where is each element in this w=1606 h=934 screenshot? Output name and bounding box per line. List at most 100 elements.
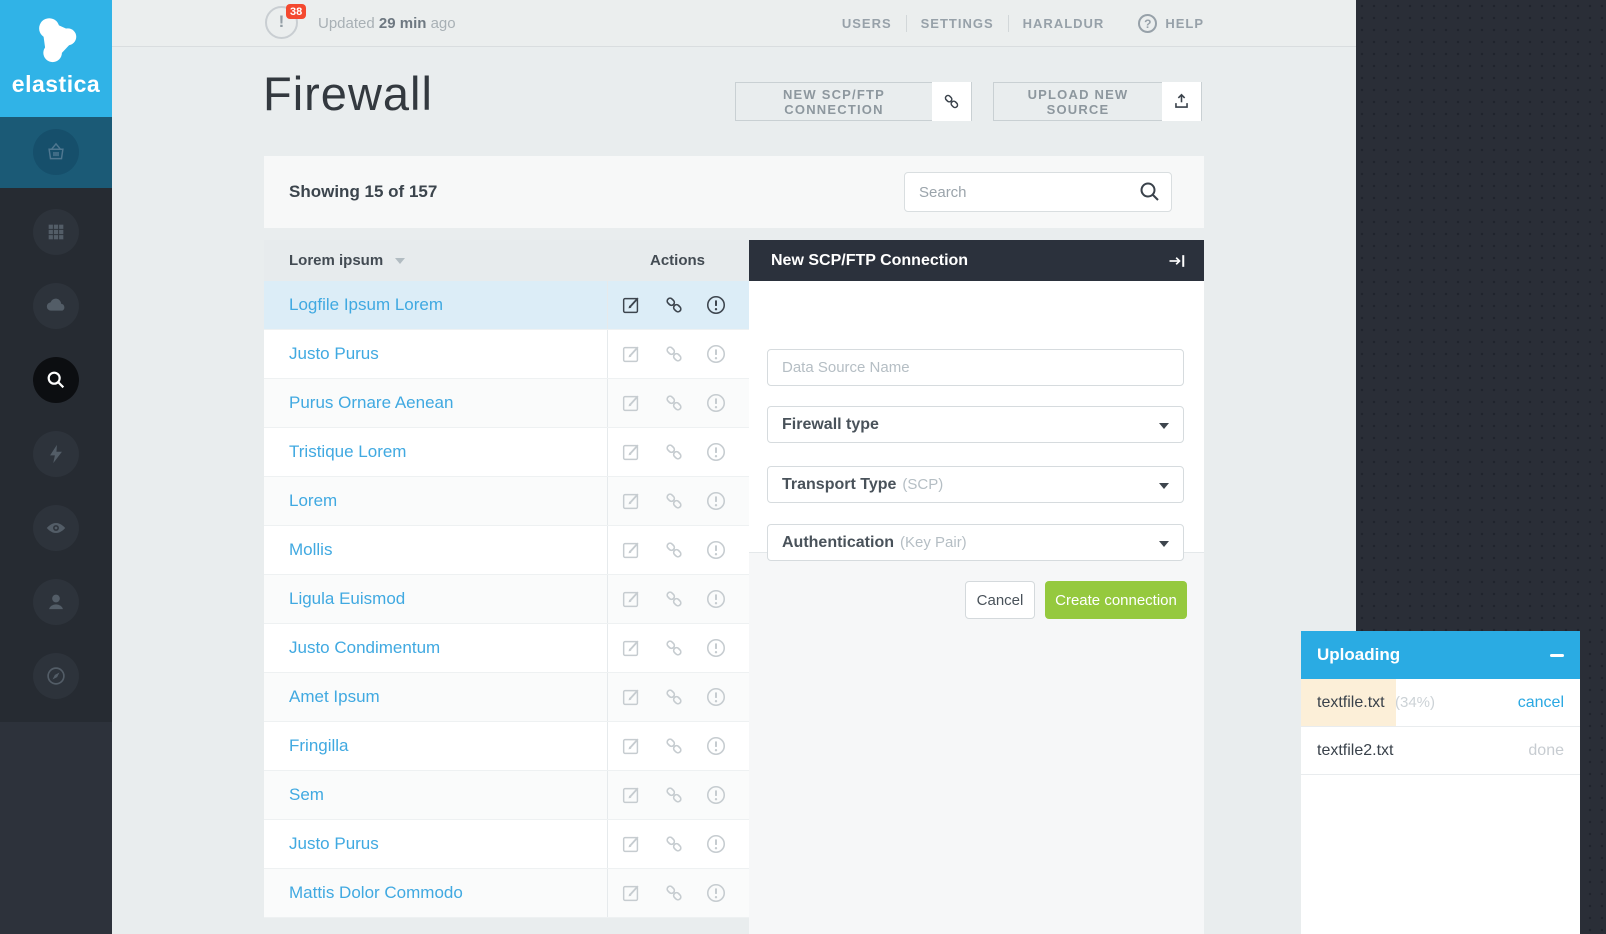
alert-icon[interactable] <box>705 686 727 708</box>
upload-action[interactable]: cancel <box>1518 679 1564 727</box>
alert-icon[interactable] <box>705 294 727 316</box>
compass-icon <box>45 665 67 687</box>
data-source-link[interactable]: Justo Purus <box>264 820 607 868</box>
upload-new-source-button[interactable]: UPLOAD NEW SOURCE <box>993 82 1202 121</box>
transport-type-select[interactable]: Transport Type (SCP) <box>767 466 1184 503</box>
upload-list: textfile.txt (34%) cancel textfile2.txt … <box>1301 679 1580 775</box>
alert-icon[interactable] <box>705 637 727 659</box>
alert-icon[interactable] <box>705 539 727 561</box>
alert-icon[interactable] <box>705 490 727 512</box>
firewall-type-select[interactable]: Firewall type <box>767 406 1184 443</box>
data-source-link[interactable]: Justo Purus <box>264 330 607 378</box>
link-icon[interactable] <box>663 490 685 512</box>
create-connection-button[interactable]: Create connection <box>1045 581 1187 619</box>
link-icon[interactable] <box>663 784 685 806</box>
link-icon[interactable] <box>663 539 685 561</box>
edit-icon[interactable] <box>620 343 642 365</box>
new-scp-ftp-connection-button[interactable]: NEW SCP/FTP CONNECTION <box>735 82 972 121</box>
nav-divider <box>906 15 907 32</box>
edit-icon[interactable] <box>620 882 642 904</box>
link-icon[interactable] <box>663 833 685 855</box>
link-icon[interactable] <box>663 588 685 610</box>
upload-filename: textfile.txt <box>1317 679 1385 727</box>
edit-icon[interactable] <box>620 637 642 659</box>
link-icon[interactable] <box>663 882 685 904</box>
collapse-drawer-icon[interactable] <box>1166 251 1188 271</box>
sidebar-item-cloud[interactable] <box>33 283 79 329</box>
data-source-link[interactable]: Lorem <box>264 477 607 525</box>
alert-icon[interactable] <box>705 882 727 904</box>
help-button[interactable]: HELP <box>1138 14 1204 33</box>
search-input[interactable] <box>904 172 1172 212</box>
nav-users[interactable]: USERS <box>842 16 892 31</box>
edit-icon[interactable] <box>620 735 642 757</box>
data-source-link[interactable]: Fringilla <box>264 722 607 770</box>
data-source-link[interactable]: Justo Condimentum <box>264 624 607 672</box>
uploading-title: Uploading <box>1317 645 1550 665</box>
sort-caret-icon[interactable] <box>395 258 405 264</box>
notification-button[interactable]: 38 <box>265 6 298 39</box>
new-connection-drawer: New SCP/FTP Connection Firewall type Tra… <box>749 240 1204 934</box>
edit-icon[interactable] <box>620 294 642 316</box>
sidebar-item-search[interactable] <box>33 357 79 403</box>
cancel-button[interactable]: Cancel <box>965 581 1035 619</box>
alert-icon[interactable] <box>705 784 727 806</box>
help-icon <box>1138 14 1157 33</box>
basket-icon <box>45 141 67 163</box>
search-icon[interactable] <box>1138 180 1162 204</box>
link-icon[interactable] <box>663 441 685 463</box>
sidebar-item-monitor[interactable] <box>33 505 79 551</box>
upload-item: textfile2.txt done <box>1301 727 1580 775</box>
data-source-link[interactable]: Amet Ipsum <box>264 673 607 721</box>
brand-logo[interactable]: elastica <box>0 0 112 117</box>
app-root: elastica <box>0 0 1606 934</box>
data-source-link[interactable]: Tristique Lorem <box>264 428 607 476</box>
lightning-icon <box>45 443 67 465</box>
edit-icon[interactable] <box>620 441 642 463</box>
nav-settings[interactable]: SETTINGS <box>921 16 994 31</box>
data-source-link[interactable]: Ligula Euismod <box>264 575 607 623</box>
alert-icon[interactable] <box>705 392 727 414</box>
sidebar-item-apps[interactable] <box>33 209 79 255</box>
minimize-icon[interactable] <box>1550 654 1564 657</box>
data-source-link[interactable]: Logfile Ipsum Lorem <box>264 281 607 329</box>
edit-icon[interactable] <box>620 539 642 561</box>
edit-icon[interactable] <box>620 833 642 855</box>
edit-icon[interactable] <box>620 588 642 610</box>
link-icon[interactable] <box>663 294 685 316</box>
alert-icon[interactable] <box>705 588 727 610</box>
data-source-link[interactable]: Sem <box>264 771 607 819</box>
sidebar-item-basket[interactable] <box>33 129 79 175</box>
sidebar-item-explore[interactable] <box>33 653 79 699</box>
alert-icon[interactable] <box>705 343 727 365</box>
sidebar-item-users[interactable] <box>33 579 79 625</box>
edit-icon[interactable] <box>620 784 642 806</box>
data-source-link[interactable]: Purus Ornare Aenean <box>264 379 607 427</box>
link-icon[interactable] <box>663 686 685 708</box>
updated-status: Updated 29 min ago <box>318 0 456 47</box>
showing-count: Showing 15 of 157 <box>289 156 437 228</box>
nav-account[interactable]: HARALDUR <box>1023 16 1105 31</box>
edit-icon[interactable] <box>620 490 642 512</box>
upload-action: done <box>1528 727 1564 775</box>
link-icon[interactable] <box>663 392 685 414</box>
drawer-title: New SCP/FTP Connection <box>771 252 1166 270</box>
data-source-link[interactable]: Mattis Dolor Commodo <box>264 869 607 917</box>
link-icon[interactable] <box>663 637 685 659</box>
data-source-link[interactable]: Mollis <box>264 526 607 574</box>
link-icon[interactable] <box>663 343 685 365</box>
search-box <box>904 172 1172 212</box>
link-icon[interactable] <box>663 735 685 757</box>
alert-icon[interactable] <box>705 735 727 757</box>
edit-icon[interactable] <box>620 392 642 414</box>
notification-badge: 38 <box>286 4 306 19</box>
drawer-header: New SCP/FTP Connection <box>749 240 1204 281</box>
authentication-select[interactable]: Authentication (Key Pair) <box>767 524 1184 561</box>
edit-icon[interactable] <box>620 686 642 708</box>
data-source-name-input[interactable] <box>768 350 1183 385</box>
alert-icon[interactable] <box>705 441 727 463</box>
sidebar-item-activity[interactable] <box>33 431 79 477</box>
elastica-blob-icon <box>29 14 83 68</box>
drawer-footer: Cancel Create connection <box>749 552 1204 934</box>
alert-icon[interactable] <box>705 833 727 855</box>
